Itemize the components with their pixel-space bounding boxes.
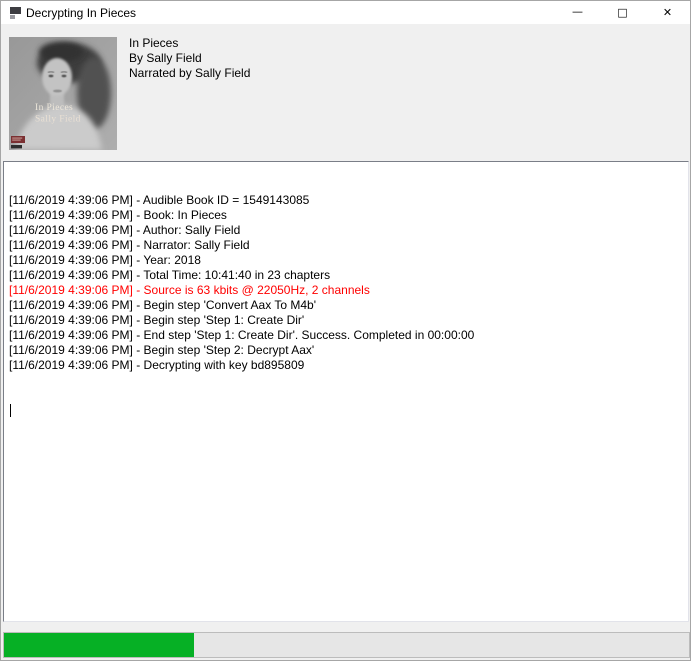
app-icon[interactable] xyxy=(9,6,22,19)
book-cover-image: In Pieces Sally Field xyxy=(9,37,117,150)
cover-title-text: In Pieces xyxy=(35,103,73,113)
window-title: Decrypting In Pieces xyxy=(26,6,136,20)
progress-bar xyxy=(3,632,690,658)
log-line: [11/6/2019 4:39:06 PM] - Source is 63 kb… xyxy=(9,283,684,298)
maximize-icon: □ xyxy=(617,6,627,19)
log-line: [11/6/2019 4:39:06 PM] - Author: Sally F… xyxy=(9,223,684,238)
log-line: [11/6/2019 4:39:06 PM] - End step 'Step … xyxy=(9,328,684,343)
minimize-button[interactable]: — xyxy=(555,1,600,24)
book-author: By Sally Field xyxy=(129,51,250,66)
log-line: [11/6/2019 4:39:06 PM] - Narrator: Sally… xyxy=(9,238,684,253)
close-button[interactable]: ✕ xyxy=(645,1,690,24)
close-icon: ✕ xyxy=(663,6,672,19)
log-line: [11/6/2019 4:39:06 PM] - Begin step 'Ste… xyxy=(9,343,684,358)
book-info: In Pieces By Sally Field Narrated by Sal… xyxy=(129,36,250,81)
log-line: [11/6/2019 4:39:06 PM] - Begin step 'Ste… xyxy=(9,313,684,328)
minimize-icon: — xyxy=(572,5,583,18)
text-caret xyxy=(10,404,11,417)
log-output[interactable]: [11/6/2019 4:39:06 PM] - Audible Book ID… xyxy=(3,161,689,622)
window-controls: — □ ✕ xyxy=(555,1,690,24)
book-title: In Pieces xyxy=(129,36,250,51)
maximize-button[interactable]: □ xyxy=(600,1,645,24)
title-bar[interactable]: Decrypting In Pieces — □ ✕ xyxy=(1,1,690,24)
book-narrator: Narrated by Sally Field xyxy=(129,66,250,81)
log-line: [11/6/2019 4:39:06 PM] - Book: In Pieces xyxy=(9,208,684,223)
log-line: [11/6/2019 4:39:06 PM] - Begin step 'Con… xyxy=(9,298,684,313)
log-line: [11/6/2019 4:39:06 PM] - Audible Book ID… xyxy=(9,193,684,208)
app-icon-gray-square xyxy=(10,15,15,19)
app-window: Decrypting In Pieces — □ ✕ xyxy=(0,0,691,661)
log-line: [11/6/2019 4:39:06 PM] - Total Time: 10:… xyxy=(9,268,684,283)
log-lines: [11/6/2019 4:39:06 PM] - Audible Book ID… xyxy=(9,193,684,373)
app-icon-dark-square xyxy=(10,7,21,14)
log-line: [11/6/2019 4:39:06 PM] - Year: 2018 xyxy=(9,253,684,268)
log-line: [11/6/2019 4:39:06 PM] - Decrypting with… xyxy=(9,358,684,373)
cover-author-text: Sally Field xyxy=(35,115,81,125)
progress-fill xyxy=(4,633,194,657)
